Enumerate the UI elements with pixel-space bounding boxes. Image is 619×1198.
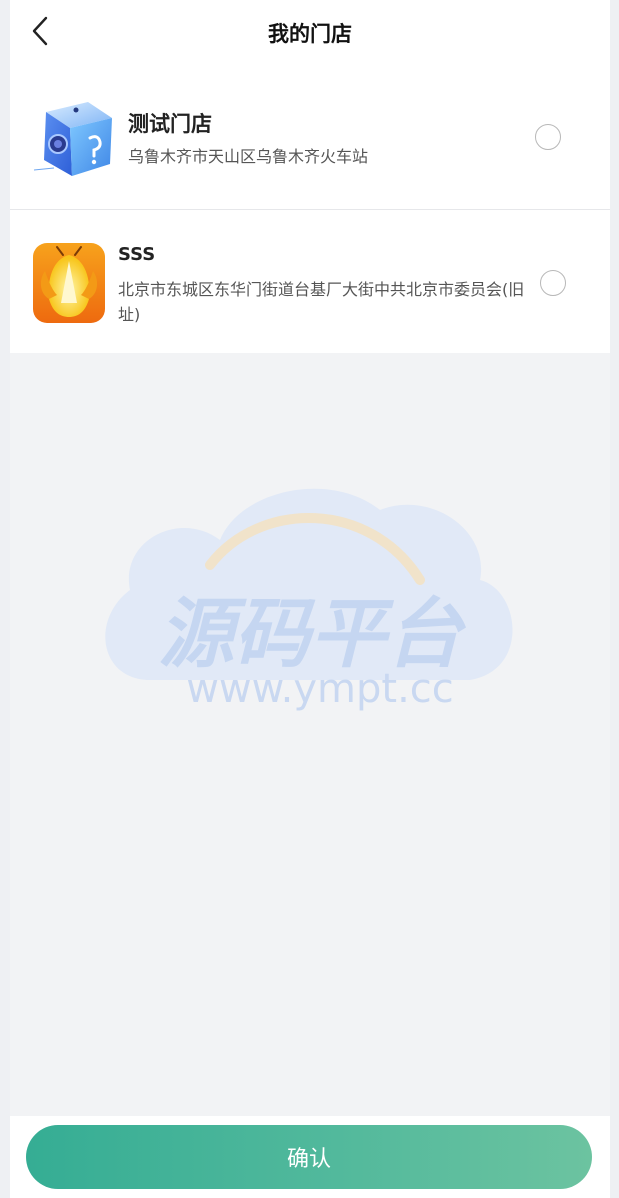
- store-item[interactable]: SSS 北京市东城区东华门街道台基厂大街中共北京市委员会(旧址): [10, 209, 610, 353]
- store-name: SSS: [118, 244, 156, 265]
- store-list: 测试门店 乌鲁木齐市天山区乌鲁木齐火车站 SSS 北京市东城区东华门街道台基厂大…: [10, 68, 610, 353]
- page: 我的门店 测试门店 乌鲁木齐市天山区乌鲁木齐火车站 SSS 北京市东城区东华门街…: [10, 0, 610, 1198]
- confirm-button[interactable]: 确认: [26, 1125, 592, 1189]
- nav-bar: 我的门店: [10, 0, 610, 68]
- store-item[interactable]: 测试门店 乌鲁木齐市天山区乌鲁木齐火车站: [10, 68, 610, 209]
- watermark-title: 源码平台: [158, 589, 466, 678]
- cube-logo-icon: [33, 102, 112, 176]
- watermark-url: www.ympt.cc: [186, 666, 454, 712]
- store-address: 北京市东城区东华门街道台基厂大街中共北京市委员会(旧址): [118, 280, 525, 324]
- footer: 确认: [10, 1116, 610, 1198]
- store-address: 乌鲁木齐市天山区乌鲁木齐火车站: [128, 147, 369, 166]
- page-title: 我的门店: [268, 22, 352, 46]
- store-radio[interactable]: [540, 270, 566, 296]
- store-name: 测试门店: [128, 112, 212, 136]
- firefly-logo-icon: [33, 243, 105, 323]
- store-radio[interactable]: [535, 124, 561, 150]
- watermark: 源码平台 www.ympt.cc: [105, 488, 513, 712]
- store-logo: [32, 98, 118, 184]
- store-logo: [33, 243, 105, 323]
